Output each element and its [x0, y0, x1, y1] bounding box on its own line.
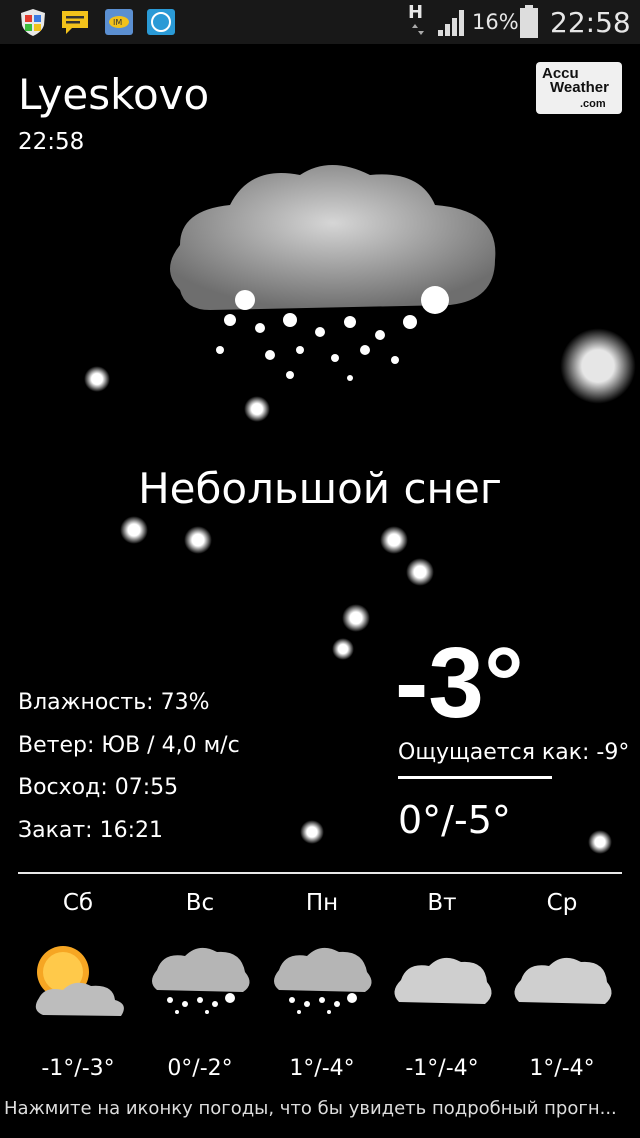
forecast-day-range: 1°/-4° — [529, 1056, 595, 1081]
cloud-icon — [394, 957, 492, 1004]
humidity-label: Влажность: 73% — [18, 690, 210, 715]
snowflake-decoration — [380, 526, 408, 554]
forecast-day-range: -1°/-3° — [41, 1056, 115, 1081]
snowflake-decoration — [84, 366, 110, 392]
forecast-day-name: Вт — [427, 890, 457, 916]
current-temperature: -3° — [395, 627, 524, 739]
forecast-day-name: Вс — [185, 890, 215, 916]
status-bar: IM H 16% 22:58 — [0, 0, 640, 44]
hi-lo-temperature: 0°/-5° — [398, 798, 511, 842]
cloud-icon — [514, 957, 612, 1004]
hint-text[interactable]: Нажмите на иконку погоды, что бы увидеть… — [0, 1094, 640, 1124]
battery-icon — [520, 5, 538, 38]
forecast-day[interactable]: Ср 1°/-4° — [502, 888, 622, 1084]
battery-percent: 16% — [472, 10, 519, 34]
sun-cloud-icon — [35, 946, 124, 1016]
signal-icon — [438, 10, 464, 36]
forecast-divider — [18, 872, 622, 874]
snowflake-decoration — [332, 638, 354, 660]
city-name[interactable]: Lyeskovo — [18, 70, 209, 120]
forecast-day-name: Ср — [546, 890, 578, 916]
snowflake-decoration — [342, 604, 370, 632]
forecast-day[interactable]: Вс 0°/-2° — [140, 888, 260, 1084]
feels-like-underline — [398, 776, 552, 779]
forecast-day[interactable]: Вт -1°/-4° — [382, 888, 502, 1084]
weather-condition: Небольшой снег — [138, 464, 502, 513]
weather-details: Влажность: 73% Ветер: ЮВ / 4,0 м/с Восхо… — [18, 688, 240, 858]
forecast-day[interactable]: Пн 1°/-4° — [262, 888, 382, 1084]
snowflake-decoration — [244, 396, 270, 422]
data-arrows-icon — [412, 24, 424, 35]
forecast-day-range: -1°/-4° — [405, 1056, 479, 1081]
forecast-day-range: 0°/-2° — [167, 1056, 233, 1081]
snowflake-decoration — [120, 516, 148, 544]
message-icon — [62, 11, 88, 34]
forecast-day-range: 1°/-4° — [289, 1056, 355, 1081]
wind-label: Ветер: ЮВ / 4,0 м/с — [18, 732, 240, 758]
feels-like-label: Ощущается как: -9° — [398, 740, 630, 765]
snowflake-decoration — [560, 328, 636, 404]
snowflake-decoration — [184, 526, 212, 554]
status-clock: 22:58 — [550, 6, 631, 39]
snowflake-decoration — [406, 558, 434, 586]
snow-cloud-icon — [152, 947, 250, 1014]
svg-text:IM: IM — [113, 18, 122, 27]
accuweather-logo[interactable]: Accu Weather .com — [536, 62, 622, 114]
snowflake-decoration — [588, 830, 612, 854]
forecast-day[interactable]: Сб -1°/-3° — [18, 888, 138, 1084]
sunrise-label: Восход: 07:55 — [18, 775, 179, 800]
forecast-day-name: Пн — [305, 890, 339, 916]
snowflake-decoration — [300, 820, 324, 844]
sunset-label: Закат: 16:21 — [18, 817, 163, 843]
shield-icon — [21, 9, 45, 36]
local-time: 22:58 — [18, 129, 85, 155]
snow-cloud-icon[interactable] — [150, 150, 510, 400]
app-icon: IM — [105, 9, 133, 35]
forecast-day-name: Сб — [62, 890, 94, 916]
clock-app-icon — [147, 9, 175, 35]
snow-cloud-icon — [274, 947, 372, 1014]
